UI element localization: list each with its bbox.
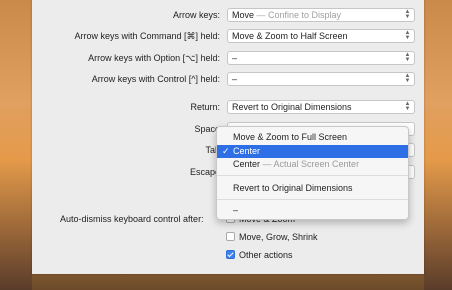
menu-item-revert[interactable]: Revert to Original Dimensions [217,182,408,195]
checkbox-label: Move, Grow, Shrink [239,232,318,242]
tab-dropdown-menu: Move & Zoom to Full Screen ✓ Center Cent… [216,126,409,220]
desktop-wallpaper-left [0,0,32,290]
updown-chevron-icon: ▲▼ [404,30,411,41]
menu-item-center[interactable]: ✓ Center [217,145,408,158]
row-arrow-keys-option: Arrow keys with Option [⌥] held: – ▲ ▼ [32,50,424,66]
menu-item-none[interactable]: – [217,204,408,217]
arrow-keys-popup[interactable]: Move — Confine to Display ▲ ▼ [227,8,415,22]
menu-item-hint: — Actual Screen Center [260,159,360,169]
updown-chevron-icon: ▲▼ [404,73,411,84]
popup-value: Revert to Original Dimensions [232,102,352,112]
row-return: Return: Revert to Original Dimensions ▲ ▼ [32,99,424,115]
row-label: Return: [190,102,220,112]
checkbox-label: Other actions [239,250,293,260]
row-label: Arrow keys with Option [⌥] held: [88,53,220,63]
checkbox-icon[interactable] [226,232,235,242]
popup-hint: — Confine to Display [254,10,342,20]
menu-item-label: – [233,205,239,215]
auto-dismiss-label: Auto-dismiss keyboard control after: [60,214,204,224]
menu-item-label: Move & Zoom to Full Screen [233,132,348,142]
arrow-keys-command-popup[interactable]: Move & Zoom to Half Screen ▲ ▼ [227,29,415,43]
row-arrow-keys-command: Arrow keys with Command [⌘] held: Move &… [32,28,424,44]
return-popup[interactable]: Revert to Original Dimensions ▲ ▼ [227,100,415,114]
menu-item-label: Center [233,146,261,156]
updown-chevron-icon: ▲▼ [404,52,411,63]
checkbox-other-actions[interactable]: Other actions [226,250,293,264]
checkbox-move-grow-shrink[interactable]: Move, Grow, Shrink [226,232,318,246]
row-arrow-keys-control: Arrow keys with Control [^] held: – ▲ ▼ [32,71,424,87]
row-label: Arrow keys with Command [⌘] held: [74,31,220,41]
popup-value: Move [232,10,255,20]
arrow-keys-control-popup[interactable]: – ▲ ▼ [227,72,415,86]
updown-chevron-icon: ▲▼ [404,9,411,20]
checkmark-icon: ✓ [222,146,230,156]
menu-separator [217,199,408,200]
popup-value: – [232,74,238,84]
menu-item-center-actual[interactable]: Center — Actual Screen Center [217,158,408,171]
menu-separator [217,175,408,176]
popup-value: – [232,53,238,63]
row-label: Arrow keys: [172,10,220,20]
row-label: Arrow keys with Control [^] held: [91,74,220,84]
menu-item-label: Revert to Original Dimensions [233,183,353,193]
desktop-wallpaper-right [424,0,452,290]
menu-item-move-zoom-full[interactable]: Move & Zoom to Full Screen [217,131,408,144]
checkmark-icon[interactable] [226,250,235,260]
popup-value: Move & Zoom to Half Screen [232,31,348,41]
menu-item-label: Center [233,159,261,169]
row-arrow-keys: Arrow keys: Move — Confine to Display ▲ ▼ [32,7,424,23]
arrow-keys-option-popup[interactable]: – ▲ ▼ [227,51,415,65]
updown-chevron-icon: ▲▼ [404,101,411,112]
